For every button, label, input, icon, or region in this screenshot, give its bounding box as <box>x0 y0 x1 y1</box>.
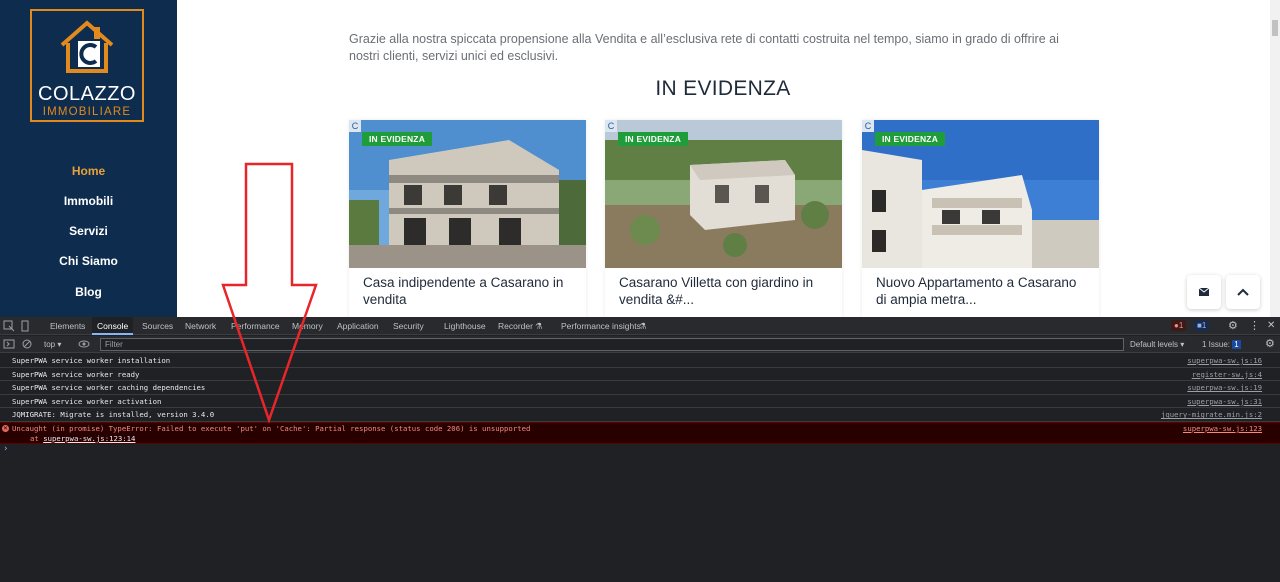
console-prompt-row[interactable]: › <box>0 444 1280 458</box>
log-text: JQMIGRATE: Migrate is installed, version… <box>12 410 215 420</box>
live-expression-eye-icon[interactable] <box>78 338 90 350</box>
error-count-badge[interactable]: ●1 <box>1171 320 1187 331</box>
devtools-tab-bar: Elements Console Sources Network Perform… <box>0 317 1280 335</box>
section-heading: IN EVIDENZA <box>655 77 791 100</box>
log-source-link[interactable]: register-sw.js:4 <box>1192 368 1262 381</box>
tab-memory[interactable]: Memory <box>292 317 323 335</box>
log-levels-select[interactable]: Default levels ▾ <box>1130 336 1184 353</box>
console-log-row: SuperPWA service worker caching dependen… <box>0 381 1280 395</box>
error-source-link[interactable]: superpwa-sw.js:123 <box>1183 424 1262 434</box>
mail-icon <box>1198 287 1210 296</box>
tab-security[interactable]: Security <box>393 317 424 335</box>
watermark-logo-icon: C <box>349 120 361 132</box>
property-title[interactable]: Casarano Villetta con giardino in vendit… <box>619 274 833 308</box>
log-text: SuperPWA service worker ready <box>12 369 140 379</box>
error-icon: ✕ <box>2 424 9 432</box>
log-source-link[interactable]: superpwa-sw.js:16 <box>1187 354 1262 367</box>
property-photo[interactable]: C IN EVIDENZA <box>862 120 1099 268</box>
nav-item-blog[interactable]: Blog <box>0 285 177 299</box>
house-logo-icon <box>60 20 114 73</box>
nav-item-chi-siamo[interactable]: Chi Siamo <box>0 254 177 268</box>
contact-mail-button[interactable] <box>1187 275 1221 309</box>
tab-network[interactable]: Network <box>185 317 216 335</box>
console-prompt-caret: › <box>3 443 9 454</box>
clear-console-icon[interactable] <box>21 338 33 350</box>
site-logo[interactable]: COLAZZO IMMOBILIARE <box>30 9 144 122</box>
error-text: Uncaught (in promise) TypeError: Failed … <box>12 423 531 433</box>
console-log-row: JQMIGRATE: Migrate is installed, version… <box>0 408 1280 422</box>
tab-performance-insights[interactable]: Performance insights <box>561 317 641 335</box>
logo-name: COLAZZO <box>38 83 136 105</box>
log-text: SuperPWA service worker activation <box>12 396 162 406</box>
issues-count: 1 <box>1232 340 1241 349</box>
tab-console[interactable]: Console <box>92 317 134 335</box>
console-filter-input[interactable]: Filter <box>100 338 1124 351</box>
tab-application[interactable]: Application <box>337 317 379 335</box>
error-count: 1 <box>1178 321 1184 330</box>
device-toolbar-icon[interactable] <box>19 320 31 332</box>
nav-item-servizi[interactable]: Servizi <box>0 224 177 238</box>
tab-recorder[interactable]: Recorder <box>498 317 533 335</box>
console-toolbar: top ▾ Filter Default levels ▾ 1 Issue: 1… <box>0 336 1280 353</box>
intro-paragraph: Grazie alla nostra spiccata propensione … <box>349 32 1059 63</box>
nav-item-immobili[interactable]: Immobili <box>0 194 177 208</box>
message-count: 1 <box>1201 321 1207 330</box>
console-error-row: ✕ Uncaught (in promise) TypeError: Faile… <box>0 421 1280 444</box>
settings-gear-icon[interactable]: ⚙ <box>1228 317 1238 335</box>
error-stack-line: at superpwa-sw.js:123:14 <box>12 434 1280 444</box>
error-stack-link[interactable]: superpwa-sw.js:123:14 <box>43 434 135 443</box>
property-photo[interactable]: C IN EVIDENZA <box>349 120 586 268</box>
sidebar-toggle-icon[interactable] <box>3 338 15 350</box>
console-settings-gear-icon[interactable]: ⚙ <box>1265 336 1275 353</box>
recorder-flask-icon: ⚗ <box>535 321 543 331</box>
insights-flask-icon: ⚗ <box>639 321 647 331</box>
property-title[interactable]: Casa indipendente a Casarano in vendita <box>363 274 577 308</box>
watermark-logo-icon: C <box>605 120 617 132</box>
property-card[interactable]: C IN EVIDENZA Nuovo Appartamento a Casar… <box>862 120 1099 317</box>
tab-lighthouse[interactable]: Lighthouse <box>444 317 486 335</box>
log-source-link[interactable]: jquery-migrate.min.js:2 <box>1161 408 1262 421</box>
log-text: SuperPWA service worker caching dependen… <box>12 383 206 393</box>
console-log-row: SuperPWA service worker installation supe… <box>0 354 1280 368</box>
website-viewport: COLAZZO IMMOBILIARE Home Immobili Serviz… <box>0 0 1280 317</box>
issues-label: 1 Issue: <box>1202 340 1231 349</box>
context-select[interactable]: top ▾ <box>44 336 61 353</box>
tab-performance[interactable]: Performance <box>231 317 280 335</box>
tab-elements[interactable]: Elements <box>50 317 85 335</box>
sidebar: COLAZZO IMMOBILIARE Home Immobili Serviz… <box>0 0 177 317</box>
console-log-row: SuperPWA service worker ready register-sw… <box>0 368 1280 382</box>
log-source-link[interactable]: superpwa-sw.js:19 <box>1187 381 1262 394</box>
console-messages: SuperPWA service worker installation supe… <box>0 354 1280 458</box>
log-text: SuperPWA service worker installation <box>12 356 171 365</box>
property-card[interactable]: C IN EVIDENZA Casarano Villetta con giar… <box>605 120 842 317</box>
log-source-link[interactable]: superpwa-sw.js:31 <box>1187 395 1262 408</box>
inspect-element-icon[interactable] <box>3 320 15 332</box>
featured-badge: IN EVIDENZA <box>618 132 689 146</box>
close-devtools-icon[interactable]: ✕ <box>1267 317 1275 335</box>
property-photo[interactable]: C IN EVIDENZA <box>605 120 842 268</box>
back-to-top-button[interactable] <box>1226 275 1260 309</box>
watermark-logo-icon: C <box>862 120 874 132</box>
error-at-label: at <box>30 433 44 443</box>
property-title[interactable]: Nuovo Appartamento a Casarano di ampia m… <box>876 274 1090 308</box>
featured-badge: IN EVIDENZA <box>875 132 946 146</box>
page-scrollbar[interactable] <box>1270 0 1280 317</box>
featured-badge: IN EVIDENZA <box>362 132 433 146</box>
log-levels-value: Default levels <box>1130 340 1179 349</box>
logo-subtitle: IMMOBILIARE <box>42 106 132 118</box>
nav-item-home[interactable]: Home <box>0 164 177 178</box>
message-count-badge[interactable]: ■1 <box>1194 320 1210 331</box>
console-log-row: SuperPWA service worker activation superp… <box>0 395 1280 409</box>
devtools-panel: Elements Console Sources Network Perform… <box>0 317 1280 582</box>
property-card[interactable]: C IN EVIDENZA Casa indipendente a Casara… <box>349 120 586 317</box>
issues-button[interactable]: 1 Issue: 1 <box>1202 336 1241 353</box>
scrollbar-thumb[interactable] <box>1272 20 1278 36</box>
context-value: top <box>44 340 56 349</box>
tab-sources[interactable]: Sources <box>142 317 173 335</box>
more-options-icon[interactable]: ⋮ <box>1249 317 1260 335</box>
chevron-up-icon <box>1237 288 1249 296</box>
